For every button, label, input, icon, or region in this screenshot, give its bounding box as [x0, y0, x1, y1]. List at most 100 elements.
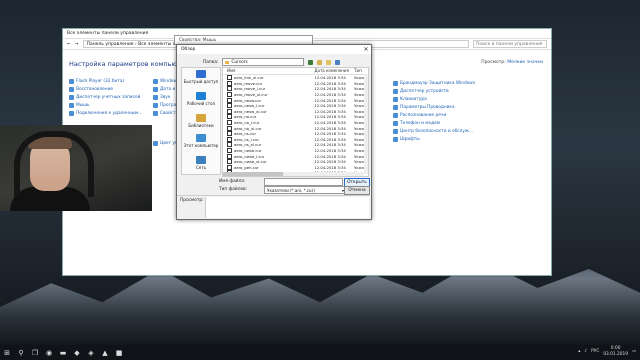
- file-row[interactable]: aero_nesw_l.cur 12.04.2018 3:34 Указат: [223, 103, 368, 109]
- network-icon: [196, 156, 206, 164]
- file-row[interactable]: aero_nwse_xl.cur 12.04.2018 3:34 Указат: [223, 159, 368, 165]
- browser-icon[interactable]: ◉: [42, 345, 56, 360]
- cp-item[interactable]: Восстановление: [69, 87, 113, 92]
- mouse-icon: [69, 103, 74, 108]
- file-row[interactable]: aero_nwse.cur 12.04.2018 3:34 Указат: [223, 148, 368, 154]
- file-row[interactable]: aero_ns.cur 12.04.2018 3:34 Указат: [223, 131, 368, 137]
- keyboard-icon: [393, 97, 398, 102]
- file-row[interactable]: aero_no_l.cur 12.04.2018 3:34 Указат: [223, 120, 368, 126]
- page-title: Настройка параметров компьютера: [69, 60, 193, 68]
- cursor-file-icon: [227, 97, 232, 103]
- notifications-icon[interactable]: ▭: [632, 349, 636, 354]
- up-folder-icon[interactable]: [317, 59, 323, 65]
- cursor-file-icon: [227, 114, 232, 120]
- windows-start-icon[interactable]: ⊞: [0, 345, 14, 360]
- place-quick-access[interactable]: Быстрый доступ: [182, 70, 220, 84]
- app-icon[interactable]: ◈: [84, 345, 98, 360]
- file-row[interactable]: aero_no.cur 12.04.2018 3:34 Указат: [223, 114, 368, 120]
- window-title: Свойства: Мышь: [179, 37, 217, 43]
- back-arrow-icon[interactable]: ←: [67, 42, 71, 47]
- place-this-pc[interactable]: Этот компьютер: [182, 134, 220, 148]
- file-row[interactable]: aero_no_xl.cur 12.04.2018 3:34 Указат: [223, 125, 368, 131]
- file-row[interactable]: aero_ns_l.cur 12.04.2018 3:34 Указат: [223, 136, 368, 143]
- file-row[interactable]: aero_move_xl.cur 12.04.2018 3:34 Указат: [223, 92, 368, 98]
- network-tray-icon[interactable]: ▴: [578, 349, 580, 354]
- file-row[interactable]: aero_nesw.cur 12.04.2018 3:34 Указат: [223, 97, 368, 103]
- search-icon[interactable]: ⚲: [14, 345, 28, 360]
- headset-icon: [14, 131, 94, 197]
- security-center-icon: [393, 129, 398, 134]
- cursor-file-icon: [227, 103, 232, 109]
- file-row[interactable]: aero_ns_xl.cur 12.04.2018 3:34 Указат: [223, 142, 368, 148]
- file-list-header: Имя Дата изменения Тип: [223, 68, 368, 75]
- system-tray: ▴ ♪ РУС 0:00 03.01.2019 ▭: [578, 346, 636, 357]
- file-row[interactable]: aero_move_l.cur 12.04.2018 3:34 Указат: [223, 86, 368, 92]
- cp-item[interactable]: Flash Player (32 бита): [69, 79, 124, 84]
- view-menu-icon[interactable]: [335, 59, 341, 65]
- task-view-icon[interactable]: ❐: [28, 345, 42, 360]
- folder-select[interactable]: Cursors: [222, 58, 305, 66]
- cp-item[interactable]: Брандмауэр Защитника Windows: [393, 81, 475, 86]
- close-icon[interactable]: ✕: [361, 46, 371, 53]
- place-desktop[interactable]: Рабочий стол: [182, 92, 220, 106]
- file-row[interactable]: aero_nwse_l.cur 12.04.2018 3:34 Указат: [223, 153, 368, 159]
- forward-arrow-icon[interactable]: →: [75, 42, 79, 47]
- file-row[interactable]: aero_pen.cur 12.04.2018 3:34 Указат: [223, 164, 368, 171]
- language-indicator[interactable]: РУС: [591, 349, 599, 354]
- cp-item[interactable]: Центр безопасности и обслуж...: [393, 129, 473, 134]
- new-folder-icon[interactable]: [326, 59, 332, 65]
- sound-icon: [153, 95, 158, 100]
- file-list[interactable]: Имя Дата изменения Тип aero_link_xl.cur 1…: [222, 67, 369, 177]
- credentials-icon: [69, 95, 74, 100]
- folder-icon: [225, 60, 230, 64]
- app-icon[interactable]: ◆: [70, 345, 84, 360]
- cp-item[interactable]: Распознавание речи: [393, 113, 446, 118]
- computer-icon: [196, 134, 206, 142]
- column-date[interactable]: Дата изменения: [314, 68, 354, 74]
- cp-item[interactable]: Звук: [153, 95, 170, 100]
- vertical-scrollbar[interactable]: [364, 74, 368, 174]
- app-icon[interactable]: ▲: [98, 345, 112, 360]
- filetype-label: Тип файлов:: [219, 187, 248, 192]
- filename-input[interactable]: [264, 178, 343, 186]
- cp-item[interactable]: Шрифты: [393, 137, 420, 142]
- scroll-thumb[interactable]: [223, 172, 283, 176]
- cursor-file-icon: [227, 148, 232, 154]
- color-icon: [153, 141, 158, 146]
- cp-item[interactable]: Мышь: [69, 103, 90, 108]
- cp-item[interactable]: Диспетчер учетных записей: [69, 95, 140, 100]
- view-selector[interactable]: Просмотр: Мелкие значки: [481, 60, 543, 65]
- place-network[interactable]: Сеть: [182, 156, 220, 170]
- file-row[interactable]: aero_move.cur 12.04.2018 3:34 Указат: [223, 80, 368, 87]
- taskbar: ⊞ ⚲ ❐ ◉ ▬ ◆ ◈ ▲ ■ ▴ ♪ РУС 0:00 03.01.201…: [0, 345, 640, 360]
- app-icon[interactable]: ■: [112, 345, 126, 360]
- file-row[interactable]: aero_nesw_xl.cur 12.04.2018 3:34 Указат: [223, 108, 368, 115]
- horizontal-scrollbar[interactable]: [223, 172, 364, 176]
- search-input[interactable]: Поиск в панели управления: [473, 40, 547, 48]
- cp-item[interactable]: Подключения к удаленным...: [69, 111, 142, 116]
- cp-item[interactable]: Диспетчер устройств: [393, 89, 449, 94]
- cursor-file-icon: [227, 120, 232, 126]
- cp-item[interactable]: Телефон и модем: [393, 121, 440, 126]
- cp-item[interactable]: Параметры Проводника: [393, 105, 455, 110]
- browse-dialog[interactable]: Обзор ✕ Папка: Cursors Быстрый доступ Ра…: [176, 44, 372, 220]
- preview-area: Просмотр:: [177, 195, 369, 218]
- remote-icon: [69, 111, 74, 116]
- folder-label: Папка:: [203, 59, 219, 65]
- back-icon[interactable]: [308, 59, 314, 65]
- flash-icon: [69, 79, 74, 84]
- place-libraries[interactable]: Библиотеки: [182, 114, 220, 128]
- webcam-overlay: [0, 125, 152, 211]
- cp-item[interactable]: Клавиатура: [393, 97, 427, 102]
- view-label: Просмотр:: [481, 60, 506, 65]
- file-row[interactable]: aero_link_xl.cur 12.04.2018 3:34 Указат: [223, 75, 368, 81]
- volume-icon[interactable]: ♪: [584, 349, 587, 354]
- column-name[interactable]: Имя: [223, 68, 314, 74]
- clock[interactable]: 0:00 03.01.2019: [603, 346, 628, 357]
- filetype-select[interactable]: Указатели (*.ani, *.cur) ▾: [264, 186, 345, 194]
- cancel-button[interactable]: Отмена: [344, 186, 370, 195]
- view-value[interactable]: Мелкие значки: [507, 60, 543, 65]
- dialog-titlebar[interactable]: Обзор ✕: [177, 45, 371, 54]
- explorer-icon[interactable]: ▬: [56, 345, 70, 360]
- libraries-icon: [196, 114, 206, 122]
